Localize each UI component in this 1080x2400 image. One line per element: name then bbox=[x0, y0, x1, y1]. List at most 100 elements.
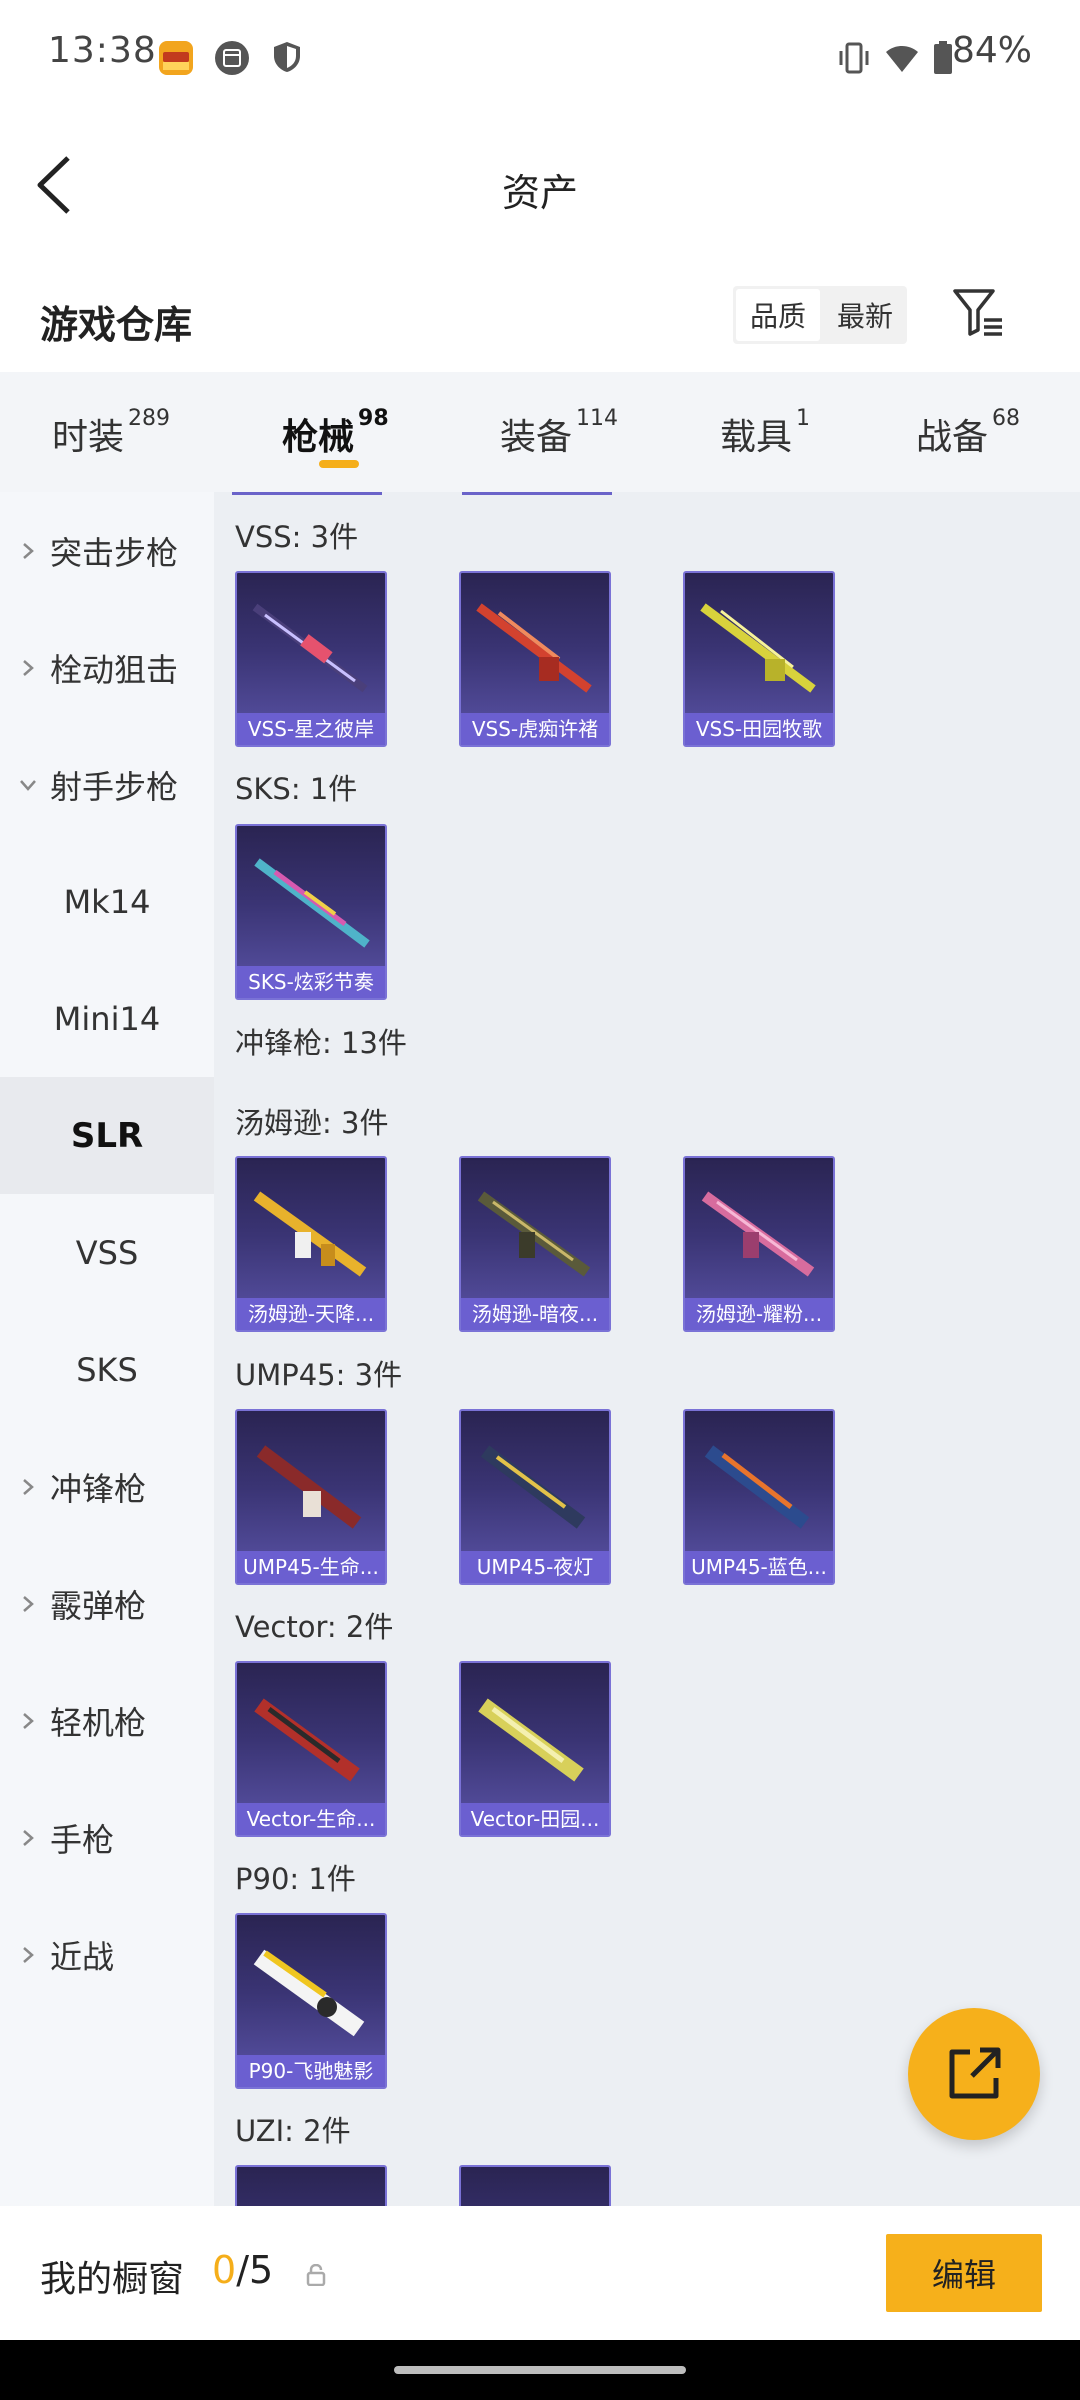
sidebar-item-melee[interactable]: 近战 bbox=[0, 1896, 214, 2013]
card-edge bbox=[232, 492, 382, 495]
home-gesture-handle[interactable] bbox=[394, 2366, 686, 2374]
battery-icon bbox=[932, 40, 954, 74]
sidebar-item-label: 手枪 bbox=[50, 1820, 115, 1859]
skin-card[interactable]: UMP45-夜灯 bbox=[459, 1409, 611, 1585]
weapon-image bbox=[254, 1698, 360, 1782]
sidebar-item-mini14[interactable]: Mini14 bbox=[0, 960, 214, 1077]
skin-name: 汤姆逊-耀粉... bbox=[685, 1298, 833, 1330]
skin-card[interactable] bbox=[235, 2165, 387, 2206]
skin-card[interactable]: VSS-虎痴许褚 bbox=[459, 571, 611, 747]
skin-name: Vector-生命... bbox=[237, 1803, 385, 1835]
sidebar-item-vss[interactable]: VSS bbox=[0, 1194, 214, 1311]
skin-card[interactable]: 汤姆逊-耀粉... bbox=[683, 1156, 835, 1332]
showcase-count-value: 0 bbox=[212, 2248, 237, 2292]
sidebar-item-label: Mk14 bbox=[63, 882, 151, 921]
vibrate-icon bbox=[836, 40, 870, 74]
weapon-image bbox=[253, 1949, 365, 2037]
group-label: P90: 1件 bbox=[235, 1862, 356, 1896]
skin-card[interactable]: Vector-田园... bbox=[459, 1661, 611, 1837]
weapon-grid: VSS: 3件 VSS-星之彼岸 VSS-虎痴许褚 VSS-田园牧歌 SKS: … bbox=[214, 492, 1080, 2206]
sidebar-item-lmg[interactable]: 轻机枪 bbox=[0, 1662, 214, 1779]
section-title: 游戏仓库 bbox=[40, 303, 193, 347]
external-link-icon bbox=[949, 2047, 1001, 2099]
sidebar-item-label: 轻机枪 bbox=[50, 1703, 147, 1742]
tab-count: 68 bbox=[992, 406, 1021, 431]
sidebar-item-pistols[interactable]: 手枪 bbox=[0, 1779, 214, 1896]
weapon-image bbox=[253, 1191, 367, 1277]
skin-name: UMP45-生命... bbox=[237, 1551, 385, 1583]
skin-name: VSS-星之彼岸 bbox=[237, 713, 385, 745]
sidebar-item-bolt-snipers[interactable]: 栓动狙击 bbox=[0, 609, 214, 726]
showcase-count: 0/5 bbox=[212, 2248, 273, 2292]
showcase-bar: 我的橱窗 0/5 编辑 bbox=[0, 2206, 1080, 2340]
card-edge bbox=[462, 492, 612, 495]
tab-label: 枪械 bbox=[282, 417, 355, 458]
sidebar-item-label: VSS bbox=[75, 1233, 139, 1272]
wifi-icon bbox=[884, 40, 918, 74]
tab-firearms[interactable]: 枪械 98 bbox=[282, 406, 389, 460]
tab-count: 98 bbox=[358, 406, 389, 431]
chevron-right-icon bbox=[23, 542, 34, 559]
group-label: SKS: 1件 bbox=[235, 772, 358, 806]
group-label: UMP45: 3件 bbox=[235, 1358, 403, 1392]
sidebar-item-label: 近战 bbox=[50, 1937, 115, 1976]
weapon-image bbox=[700, 603, 816, 693]
tab-equipment[interactable]: 装备 114 bbox=[500, 406, 619, 460]
group-label: UZI: 2件 bbox=[235, 2114, 351, 2148]
sidebar-item-assault-rifles[interactable]: 突击步枪 bbox=[0, 492, 214, 609]
app-header: 资产 bbox=[0, 112, 1080, 258]
skin-name: 汤姆逊-天降... bbox=[237, 1298, 385, 1330]
chevron-right-icon bbox=[23, 1478, 34, 1495]
battery-percent: 84% bbox=[951, 30, 1032, 71]
skin-card[interactable]: UMP45-蓝色... bbox=[683, 1409, 835, 1585]
sidebar-item-slr[interactable]: SLR bbox=[0, 1077, 214, 1194]
skin-card[interactable]: SKS-炫彩节奏 bbox=[235, 824, 387, 1000]
weapon-image bbox=[480, 1445, 586, 1529]
sort-quality-button[interactable]: 品质 bbox=[736, 289, 820, 341]
tab-label: 装备 bbox=[500, 417, 573, 458]
skin-name: UMP45-夜灯 bbox=[461, 1551, 609, 1583]
skin-card[interactable]: P90-飞驰魅影 bbox=[235, 1913, 387, 2089]
sidebar-item-label: 冲锋枪 bbox=[50, 1469, 147, 1508]
skin-card[interactable]: UMP45-生命... bbox=[235, 1409, 387, 1585]
sidebar-item-smg[interactable]: 冲锋枪 bbox=[0, 1428, 214, 1545]
tab-vehicles[interactable]: 载具 1 bbox=[720, 406, 810, 460]
sidebar-item-marksman-rifles[interactable]: 射手步枪 bbox=[0, 726, 214, 843]
showcase-count-total: /5 bbox=[236, 2248, 274, 2292]
sidebar-item-label: 栓动狙击 bbox=[50, 650, 179, 689]
tab-gear[interactable]: 战备 68 bbox=[916, 406, 1021, 460]
shield-icon bbox=[270, 40, 304, 74]
sort-toggle: 品质 最新 bbox=[733, 286, 907, 344]
sidebar-item-shotguns[interactable]: 霰弹枪 bbox=[0, 1545, 214, 1662]
skin-card[interactable]: VSS-田园牧歌 bbox=[683, 571, 835, 747]
weapon-image bbox=[256, 1445, 362, 1529]
chevron-right-icon bbox=[23, 1712, 34, 1729]
weapon-image bbox=[701, 1191, 815, 1277]
sidebar-item-label: Mini14 bbox=[53, 999, 161, 1038]
skin-card[interactable]: 汤姆逊-天降... bbox=[235, 1156, 387, 1332]
skin-card[interactable] bbox=[459, 2165, 611, 2206]
group-label: Vector: 2件 bbox=[235, 1610, 394, 1644]
tab-fashion[interactable]: 时装 289 bbox=[52, 406, 170, 460]
skin-name: SKS-炫彩节奏 bbox=[237, 966, 385, 998]
showcase-label: 我的橱窗 bbox=[40, 2259, 185, 2300]
sidebar-item-sks[interactable]: SKS bbox=[0, 1311, 214, 1428]
tab-count: 114 bbox=[576, 406, 619, 431]
sort-newest-button[interactable]: 最新 bbox=[823, 286, 907, 344]
tab-label: 战备 bbox=[916, 417, 989, 458]
weapon-image bbox=[254, 858, 370, 948]
group-label: VSS: 3件 bbox=[235, 520, 359, 554]
lock-icon bbox=[306, 2263, 326, 2287]
app-notification-icon bbox=[158, 40, 193, 75]
skin-card[interactable]: VSS-星之彼岸 bbox=[235, 571, 387, 747]
filter-icon[interactable] bbox=[952, 286, 1004, 340]
share-button[interactable] bbox=[908, 2008, 1040, 2140]
chevron-right-icon bbox=[23, 1829, 34, 1846]
skin-card[interactable]: 汤姆逊-暗夜... bbox=[459, 1156, 611, 1332]
category-tabs: 时装 289 枪械 98 装备 114 载具 1 战备 68 bbox=[0, 372, 1080, 492]
skin-name: VSS-虎痴许褚 bbox=[461, 713, 609, 745]
sidebar-item-mk14[interactable]: Mk14 bbox=[0, 843, 214, 960]
edit-button[interactable]: 编辑 bbox=[886, 2234, 1042, 2312]
skin-card[interactable]: Vector-生命... bbox=[235, 1661, 387, 1837]
system-nav-bar bbox=[0, 2340, 1080, 2400]
